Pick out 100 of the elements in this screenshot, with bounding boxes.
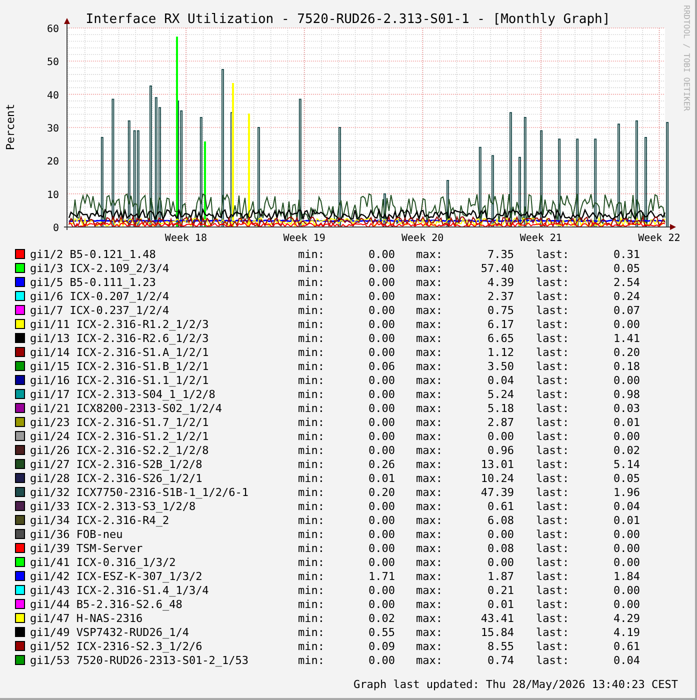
last-value: 4.29	[612, 612, 640, 624]
min-label: min:	[298, 332, 326, 344]
max-label: max:	[416, 472, 444, 484]
last-label: last:	[536, 374, 570, 386]
min-value: 0.00	[368, 402, 395, 414]
max-value: 13.01	[480, 458, 514, 470]
last-value: 0.04	[612, 500, 640, 512]
last-label: last:	[536, 346, 570, 358]
last-label: last:	[536, 262, 570, 274]
max-value: 2.37	[486, 290, 514, 302]
last-value: 0.98	[612, 388, 640, 400]
last-value: 1.41	[612, 332, 640, 344]
min-value: 0.00	[368, 654, 395, 666]
last-label: last:	[536, 360, 570, 372]
x-tick-label: Week 20	[402, 233, 444, 244]
series-label: gi1/43 ICX-2.316-S1.4_1/3/4	[30, 584, 210, 596]
x-tick-label: Week 18	[164, 233, 208, 244]
y-tick-label: 10	[46, 190, 59, 201]
last-value: 0.00	[612, 556, 640, 568]
min-value: 0.06	[368, 360, 395, 372]
max-label: max:	[416, 262, 444, 274]
max-label: max:	[416, 486, 444, 498]
min-value: 0.00	[368, 542, 395, 554]
min-value: 0.00	[368, 430, 395, 442]
last-label: last:	[536, 388, 570, 400]
last-label: last:	[536, 416, 570, 428]
min-label: min:	[298, 640, 326, 652]
series-label: gi1/53 7520-RUD26-2313-S01-2_1/53	[30, 654, 250, 666]
max-label: max:	[416, 374, 444, 386]
min-label: min:	[298, 318, 326, 330]
series-label: gi1/32 ICX7750-2316-S1B-1_1/2/6-1	[30, 486, 250, 498]
last-label: last:	[536, 458, 570, 470]
last-label: last:	[536, 542, 570, 554]
last-label: last:	[536, 444, 570, 456]
series-label: gi1/33 ICX-2.313-S3_1/2/8	[30, 500, 197, 512]
series-label: gi1/11 ICX-2.316-R1.2_1/2/3	[30, 318, 210, 330]
max-value: 5.18	[486, 402, 514, 414]
series-label: gi1/21 ICX8200-2313-S02_1/2/4	[30, 402, 224, 414]
min-value: 0.00	[368, 290, 395, 302]
last-label: last:	[536, 472, 570, 484]
max-label: max:	[416, 458, 444, 470]
last-label: last:	[536, 304, 570, 316]
last-value: 0.03	[612, 402, 640, 414]
max-label: max:	[416, 248, 444, 260]
series-label: gi1/27 ICX-2.316-S2B_1/2/8	[30, 458, 204, 470]
max-value: 57.40	[480, 262, 514, 274]
min-label: min:	[298, 248, 326, 260]
last-label: last:	[536, 332, 570, 344]
max-label: max:	[416, 542, 444, 554]
min-label: min:	[298, 654, 326, 666]
min-value: 0.00	[368, 332, 395, 344]
series-label: gi1/36 FOB-neu	[30, 528, 124, 540]
last-value: 0.00	[612, 528, 640, 540]
max-value: 0.01	[486, 598, 514, 610]
x-tick-label: Week 21	[520, 233, 562, 244]
series-label: gi1/13 ICX-2.316-R2.6_1/2/3	[30, 332, 210, 344]
min-label: min:	[298, 612, 326, 624]
min-label: min:	[298, 584, 326, 596]
min-value: 0.00	[368, 500, 395, 512]
max-value: 5.24	[486, 388, 514, 400]
min-label: min:	[298, 556, 326, 568]
min-label: min:	[298, 472, 326, 484]
max-label: max:	[416, 318, 444, 330]
min-value: 0.01	[368, 472, 395, 484]
max-label: max:	[416, 640, 444, 652]
max-label: max:	[416, 332, 444, 344]
max-value: 6.17	[486, 318, 514, 330]
min-label: min:	[298, 458, 326, 470]
max-value: 0.04	[486, 374, 514, 386]
max-value: 0.61	[486, 500, 514, 512]
max-value: 6.65	[486, 332, 514, 344]
max-label: max:	[416, 402, 444, 414]
last-value: 0.01	[612, 416, 640, 428]
min-value: 0.00	[368, 598, 395, 610]
last-value: 0.00	[612, 374, 640, 386]
min-value: 0.00	[368, 514, 395, 526]
max-label: max:	[416, 654, 444, 666]
min-value: 0.02	[368, 612, 395, 624]
min-value: 0.55	[368, 626, 395, 638]
max-label: max:	[416, 290, 444, 302]
max-label: max:	[416, 528, 444, 540]
max-value: 43.41	[480, 612, 514, 624]
graph-title: Interface RX Utilization - 7520-RUD26-2.313-S01-1 - [Monthly Graph]	[86, 12, 610, 27]
x-tick-label: Week 22	[638, 233, 680, 244]
min-label: min:	[298, 346, 326, 358]
y-tick-label: 20	[46, 156, 59, 168]
min-value: 0.20	[368, 486, 395, 498]
last-value: 0.00	[612, 598, 640, 610]
min-label: min:	[298, 276, 326, 288]
series-label: gi1/5 B5-0.111_1.23	[30, 276, 157, 288]
y-tick-label: 0	[52, 223, 59, 234]
min-value: 0.00	[368, 318, 395, 330]
min-label: min:	[298, 528, 326, 540]
last-label: last:	[536, 640, 570, 652]
max-value: 2.87	[486, 416, 514, 428]
y-tick-label: 50	[46, 57, 59, 68]
min-label: min:	[298, 402, 326, 414]
min-label: min:	[298, 374, 326, 386]
max-value: 0.08	[486, 542, 514, 554]
max-value: 0.75	[486, 304, 514, 316]
